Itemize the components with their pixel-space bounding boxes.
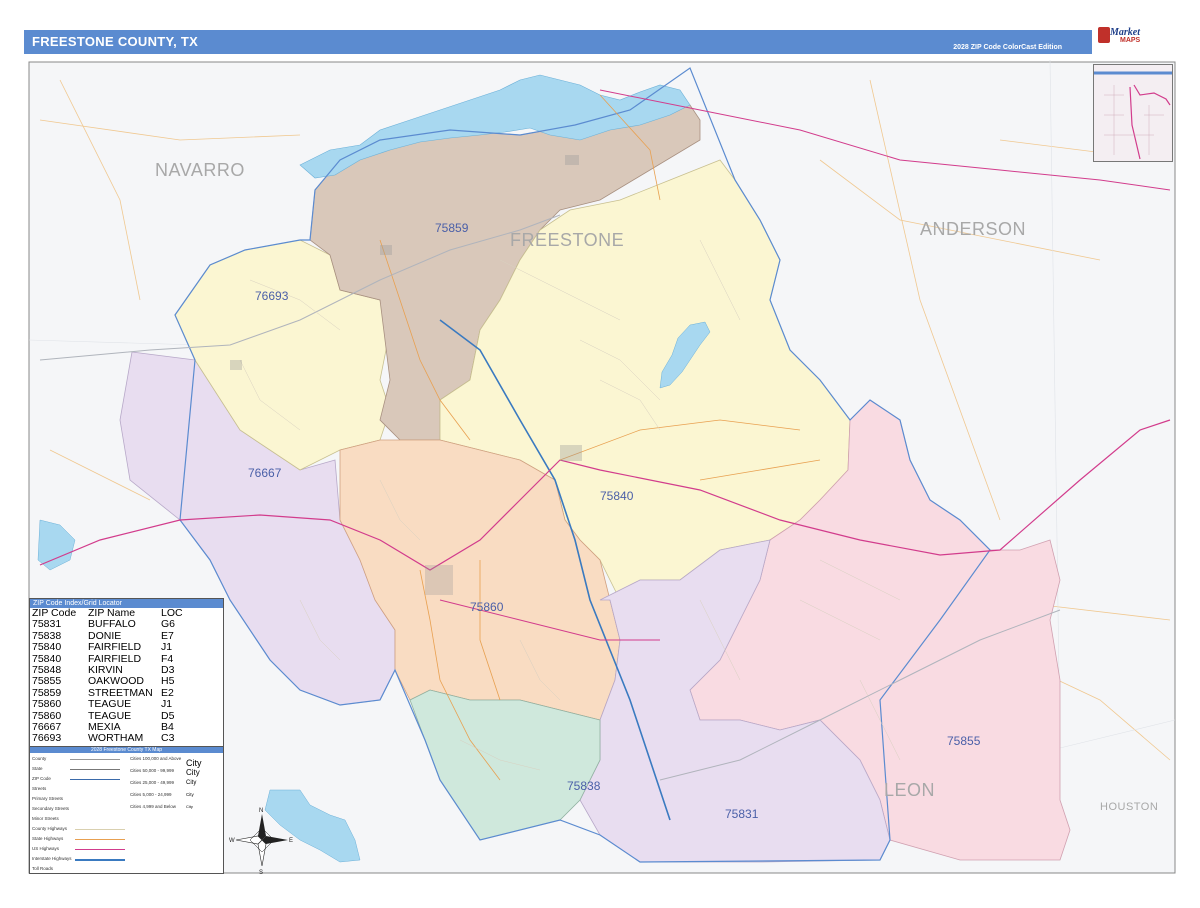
county-label-navarro: NAVARRO [155,160,245,180]
table-row: 76693 WORTHAM C3 [30,732,223,745]
legend-city-sample-3: City [186,780,197,786]
legend-us-highways: US Highways [32,846,60,851]
zip-name-cell: TEAGUE [88,698,132,711]
legend-city-size-3: Cities 25,000 - 49,999 [130,780,175,785]
county-label-leon: LEON [884,780,935,800]
map-legend: 2028 Freestone County TX Map County Stat… [29,746,224,874]
zip-name-cell: FAIRFIELD [88,641,142,654]
compass-e: E [289,838,293,844]
legend-city-sample-5: City [186,804,193,809]
legend-county-hwy-line [75,829,125,830]
loc-cell: J1 [161,698,173,711]
zip-index-table: ZIP Code Index/Grid Locator ZIP Code ZIP… [29,598,224,748]
zip-label-76693: 76693 [255,289,289,303]
zip-cell: 75860 [32,698,62,711]
legend-state-line [70,769,120,770]
legend-city-sample-2: City [186,768,200,777]
legend-state-highways: State Highways [32,836,64,841]
zip-label-75859: 75859 [435,221,469,235]
loc-cell: J1 [161,641,173,654]
zip-label-76667: 76667 [248,466,282,480]
legend-county-line [70,759,120,760]
legend-state: State [32,766,43,771]
zip-label-75855: 75855 [947,734,981,748]
legend-secondary-streets: Secondary Streets [32,806,70,811]
legend-state-hwy-line [75,839,125,840]
legend-streets: Streets [32,786,47,791]
legend-interstate: Interstate Highways [32,856,72,861]
legend-us-hwy-line [75,849,125,850]
compass-s: S [259,870,263,876]
legend-interstate-line [75,859,125,861]
county-label-houston: HOUSTON [1100,801,1158,813]
table-row: 75840 FAIRFIELD J1 [30,641,223,654]
legend-city-size-4: Cities 5,000 - 24,999 [130,792,172,797]
zip-label-75840: 75840 [600,489,634,503]
legend-city-size-5: Cities 4,999 and Below [130,804,177,809]
legend-title: 2028 Freestone County TX Map [30,747,223,753]
legend-city-sample-1: City [186,758,202,768]
county-label-anderson: ANDERSON [920,219,1026,239]
compass-n: N [259,808,263,814]
legend-county-highways: County Highways [32,826,68,831]
legend-county: County [32,756,47,761]
legend-toll-roads: Toll Roads [32,866,54,871]
legend-zip: ZIP Code [32,776,51,781]
loc-cell: C3 [161,732,175,745]
zip-label-75860: 75860 [470,600,504,614]
legend-city-sample-4: City [186,792,194,797]
zip-label-75831: 75831 [725,807,759,821]
legend-zip-line [70,779,120,780]
table-row: 75860 TEAGUE J1 [30,698,223,711]
inset-map-drawing [1094,65,1172,161]
legend-minor-streets: Minor Streets [32,816,59,821]
zip-cell: 76693 [32,732,62,745]
zip-name-cell: WORTHAM [88,732,144,745]
inset-locator-map [1093,64,1173,162]
compass-w: W [229,838,235,844]
zip-label-75838: 75838 [567,779,601,793]
legend-primary-streets: Primary Streets [32,796,64,801]
county-label-freestone: FREESTONE [510,230,624,250]
legend-city-size-1: Cities 100,000 and Above [130,756,182,761]
zip-cell: 75840 [32,641,62,654]
legend-city-size-2: Cities 50,000 - 99,999 [130,768,175,773]
